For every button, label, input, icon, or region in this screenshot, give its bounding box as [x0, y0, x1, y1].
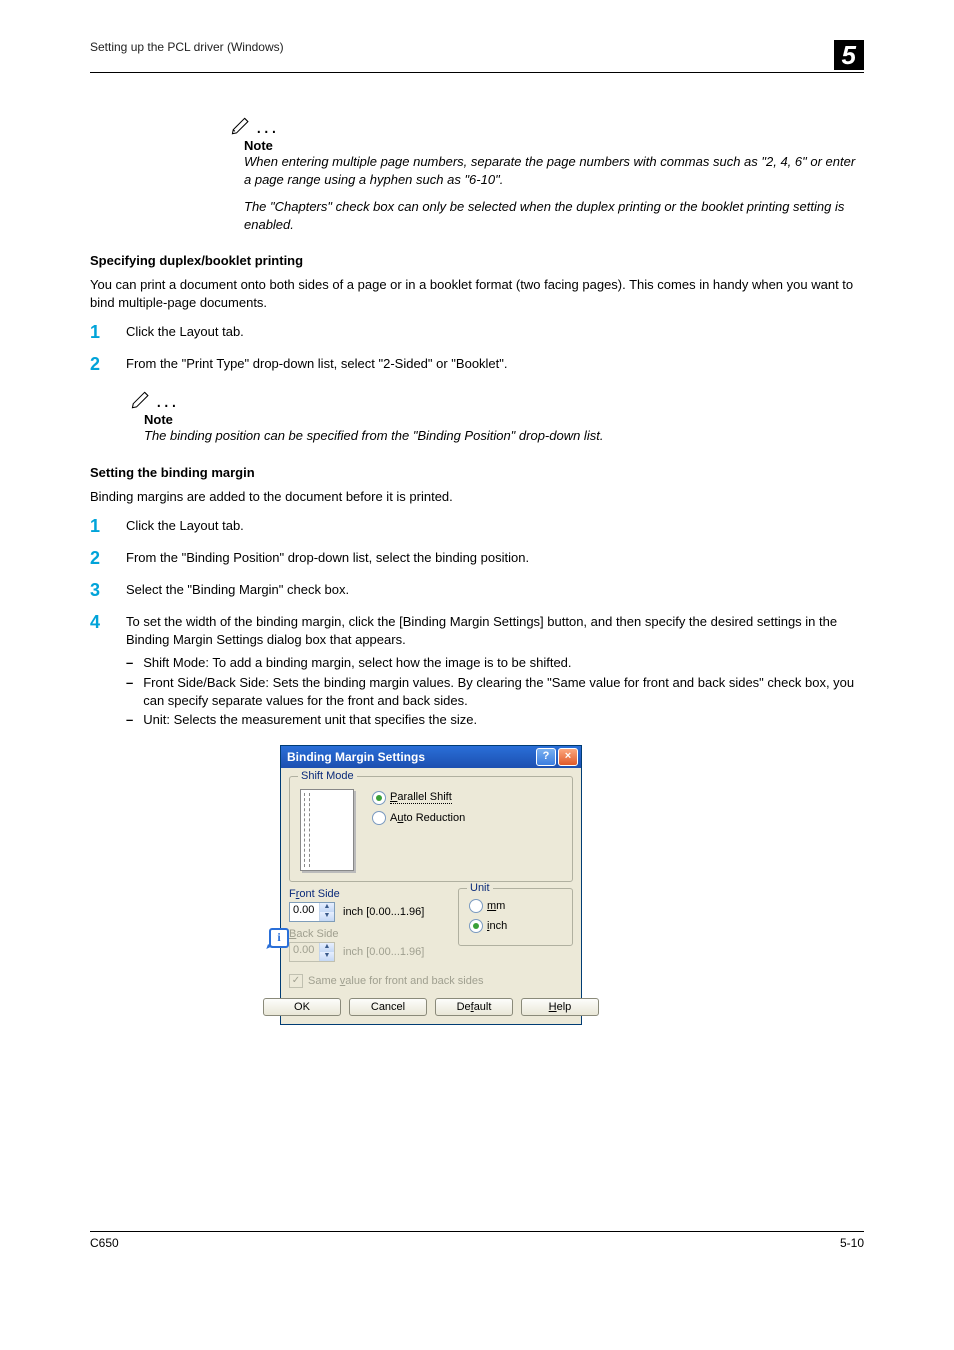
back-side-spinner: 0.00 ▲▼ — [289, 942, 335, 962]
step-2: 2 From the "Binding Position" drop-down … — [90, 549, 864, 567]
step-number: 1 — [90, 517, 108, 535]
help-button[interactable]: Help — [521, 998, 599, 1016]
help-icon[interactable]: ? — [536, 748, 556, 766]
chapter-number: 5 — [834, 40, 864, 70]
front-side-label: Front Side — [289, 888, 450, 900]
unit-legend: Unit — [467, 882, 493, 894]
shift-mode-legend: Shift Mode — [298, 770, 357, 782]
back-side-label: Back Side — [289, 928, 450, 940]
step-1: 1 Click the Layout tab. — [90, 517, 864, 535]
bullet-dash: – — [126, 711, 133, 729]
default-button[interactable]: Default — [435, 998, 513, 1016]
bullet-dash: – — [126, 674, 133, 709]
back-side-value: 0.00 — [290, 943, 319, 961]
back-side-range: inch [0.00...1.96] — [343, 946, 424, 958]
page-footer: C650 5-10 — [90, 1231, 864, 1250]
note-label: Note — [144, 412, 864, 427]
shift-preview — [300, 789, 354, 871]
note-dots: ... — [256, 116, 279, 138]
step-2: 2 From the "Print Type" drop-down list, … — [90, 355, 864, 373]
note-label: Note — [244, 138, 864, 153]
step-number: 2 — [90, 355, 108, 373]
same-value-checkbox: ✓ Same value for front and back sides — [289, 974, 573, 988]
step-text: To set the width of the binding margin, … — [126, 613, 864, 730]
radio-icon — [372, 791, 386, 805]
step-3: 3 Select the "Binding Margin" check box. — [90, 581, 864, 599]
ok-button[interactable]: OK — [263, 998, 341, 1016]
note-block-2: ... Note The binding position can be spe… — [110, 387, 864, 445]
footer-page: 5-10 — [840, 1236, 864, 1250]
note-block-1: ... Note When entering multiple page num… — [210, 113, 864, 233]
step-text: Select the "Binding Margin" check box. — [126, 581, 864, 599]
note-text: When entering multiple page numbers, sep… — [244, 153, 864, 188]
shift-mode-group: Shift Mode Parallel Shift Auto Reduction — [289, 776, 573, 882]
footer-model: C650 — [90, 1236, 119, 1250]
front-side-range: inch [0.00...1.96] — [343, 906, 424, 918]
checkbox-icon: ✓ — [289, 974, 303, 988]
step-text: Click the Layout tab. — [126, 517, 864, 535]
front-side-value: 0.00 — [290, 903, 319, 921]
radio-auto-reduction[interactable]: Auto Reduction — [372, 811, 465, 825]
note-dots: ... — [156, 390, 179, 412]
step-number: 4 — [90, 613, 108, 730]
step-text: From the "Binding Position" drop-down li… — [126, 549, 864, 567]
step-number: 3 — [90, 581, 108, 599]
step-4: 4 To set the width of the binding margin… — [90, 613, 864, 730]
step-text: From the "Print Type" drop-down list, se… — [126, 355, 864, 373]
note-icon — [130, 387, 156, 409]
dialog-titlebar[interactable]: Binding Margin Settings ? × — [281, 746, 581, 768]
cancel-button[interactable]: Cancel — [349, 998, 427, 1016]
chevron-down-icon[interactable]: ▼ — [320, 912, 334, 921]
page-header: Setting up the PCL driver (Windows) 5 — [90, 40, 864, 73]
bullet-dash: – — [126, 654, 133, 672]
radio-icon — [469, 899, 483, 913]
radio-mm[interactable]: mm — [469, 899, 562, 913]
close-icon[interactable]: × — [558, 748, 578, 766]
radio-icon — [372, 811, 386, 825]
same-value-label: Same value for front and back sides — [308, 975, 484, 987]
front-side-spinner[interactable]: 0.00 ▲▼ — [289, 902, 335, 922]
note-text: The binding position can be specified fr… — [144, 427, 864, 445]
section-intro: You can print a document onto both sides… — [90, 276, 864, 311]
dialog-title: Binding Margin Settings — [287, 750, 425, 764]
radio-parallel-shift[interactable]: Parallel Shift — [372, 791, 465, 805]
note-icon — [230, 113, 256, 135]
step-text: Click the Layout tab. — [126, 323, 864, 341]
section-title-binding: Setting the binding margin — [90, 465, 864, 480]
chevron-down-icon: ▼ — [320, 952, 334, 961]
section-intro: Binding margins are added to the documen… — [90, 488, 864, 506]
step-number: 2 — [90, 549, 108, 567]
chevron-up-icon: ▲ — [320, 943, 334, 952]
radio-icon — [469, 919, 483, 933]
step-number: 1 — [90, 323, 108, 341]
info-icon[interactable]: i — [269, 928, 289, 948]
header-title: Setting up the PCL driver (Windows) — [90, 40, 284, 54]
radio-inch[interactable]: inch — [469, 919, 562, 933]
step-intro: To set the width of the binding margin, … — [126, 614, 837, 647]
unit-group: Unit mm inch — [458, 888, 573, 946]
chevron-up-icon[interactable]: ▲ — [320, 903, 334, 912]
step-1: 1 Click the Layout tab. — [90, 323, 864, 341]
section-title-duplex: Specifying duplex/booklet printing — [90, 253, 864, 268]
bullet-text: Front Side/Back Side: Sets the binding m… — [143, 674, 864, 709]
bullet-text: Shift Mode: To add a binding margin, sel… — [143, 654, 571, 672]
binding-margin-dialog: Binding Margin Settings ? × Shift Mode P… — [280, 745, 582, 1025]
bullet-text: Unit: Selects the measurement unit that … — [143, 711, 477, 729]
note-text: The "Chapters" check box can only be sel… — [244, 198, 864, 233]
